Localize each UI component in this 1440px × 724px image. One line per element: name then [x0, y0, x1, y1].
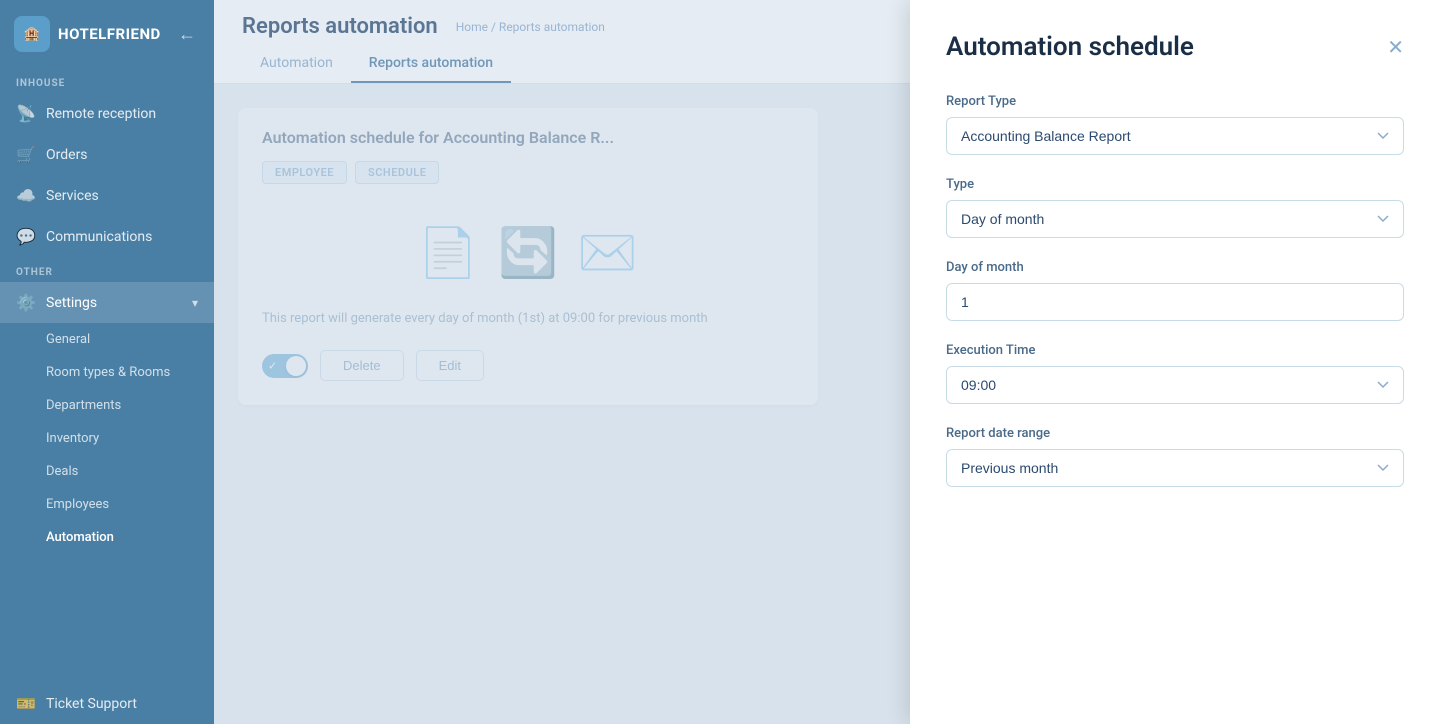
sidebar-item-ticket-support[interactable]: 🎫 Ticket Support — [0, 683, 214, 724]
main-area: Reports automation Home / Reports automa… — [214, 0, 1440, 724]
sidebar-item-label: Services — [46, 188, 99, 204]
section-label-inhouse: INHOUSE — [0, 68, 214, 93]
logo-text: HOTELFRIEND — [58, 25, 161, 43]
sidebar-back-button[interactable]: ← — [178, 24, 200, 45]
sidebar-sub-item-employees[interactable]: Employees — [0, 488, 214, 521]
sidebar-item-label: Settings — [46, 295, 97, 311]
sidebar-sub-item-departments[interactable]: Departments — [0, 389, 214, 422]
type-label: Type — [946, 177, 1404, 192]
sub-item-label: Departments — [46, 398, 121, 413]
sidebar-item-label: Remote reception — [46, 106, 156, 122]
execution-time-group: Execution Time 09:00 10:00 11:00 12:00 — [946, 343, 1404, 404]
execution-time-select[interactable]: 09:00 10:00 11:00 12:00 — [946, 366, 1404, 404]
sidebar-sub-item-automation[interactable]: Automation — [0, 521, 214, 554]
remote-reception-icon: 📡 — [16, 104, 36, 123]
sub-item-label: Employees — [46, 497, 109, 512]
sidebar-item-label: Communications — [46, 229, 152, 245]
date-range-select[interactable]: Previous month Current month Last 7 days… — [946, 449, 1404, 487]
services-icon: ☁️ — [16, 186, 36, 205]
section-label-other: OTHER — [0, 257, 214, 282]
modal-title: Automation schedule — [946, 32, 1194, 62]
chevron-down-icon: ▾ — [192, 296, 198, 310]
sidebar-sub-item-room-types[interactable]: Room types & Rooms — [0, 356, 214, 389]
sidebar-sub-item-inventory[interactable]: Inventory — [0, 422, 214, 455]
date-range-label: Report date range — [946, 426, 1404, 441]
sidebar-item-settings[interactable]: ⚙️ Settings ▾ — [0, 282, 214, 323]
sidebar-sub-item-deals[interactable]: Deals — [0, 455, 214, 488]
sidebar-logo[interactable]: 🏨 HOTELFRIEND ← — [0, 0, 214, 68]
sidebar-item-services[interactable]: ☁️ Services — [0, 175, 214, 216]
modal-header: Automation schedule ✕ — [946, 32, 1404, 62]
sub-item-label: Automation — [46, 530, 114, 545]
execution-time-label: Execution Time — [946, 343, 1404, 358]
orders-icon: 🛒 — [16, 145, 36, 164]
sidebar-item-label: Ticket Support — [46, 696, 137, 712]
modal-close-button[interactable]: ✕ — [1387, 37, 1404, 57]
sidebar-item-remote-reception[interactable]: 📡 Remote reception — [0, 93, 214, 134]
type-select[interactable]: Day of month Day of week Every day — [946, 200, 1404, 238]
sidebar: 🏨 HOTELFRIEND ← INHOUSE 📡 Remote recepti… — [0, 0, 214, 724]
sidebar-item-label: Orders — [46, 147, 88, 163]
sub-item-label: Room types & Rooms — [46, 365, 170, 380]
type-group: Type Day of month Day of week Every day — [946, 177, 1404, 238]
logo-icon: 🏨 — [14, 16, 50, 52]
settings-icon: ⚙️ — [16, 293, 36, 312]
report-type-select[interactable]: Accounting Balance Report Revenue Report… — [946, 117, 1404, 155]
day-of-month-group: Day of month — [946, 260, 1404, 321]
report-type-group: Report Type Accounting Balance Report Re… — [946, 94, 1404, 155]
sub-item-label: General — [46, 332, 90, 347]
sidebar-item-orders[interactable]: 🛒 Orders — [0, 134, 214, 175]
day-of-month-input[interactable] — [946, 283, 1404, 321]
date-range-group: Report date range Previous month Current… — [946, 426, 1404, 487]
sub-item-label: Inventory — [46, 431, 99, 446]
sidebar-item-communications[interactable]: 💬 Communications — [0, 216, 214, 257]
day-of-month-label: Day of month — [946, 260, 1404, 275]
communications-icon: 💬 — [16, 227, 36, 246]
sub-item-label: Deals — [46, 464, 78, 479]
ticket-support-icon: 🎫 — [16, 694, 36, 713]
automation-schedule-modal: Automation schedule ✕ Report Type Accoun… — [910, 0, 1440, 724]
sidebar-sub-item-general[interactable]: General — [0, 323, 214, 356]
report-type-label: Report Type — [946, 94, 1404, 109]
